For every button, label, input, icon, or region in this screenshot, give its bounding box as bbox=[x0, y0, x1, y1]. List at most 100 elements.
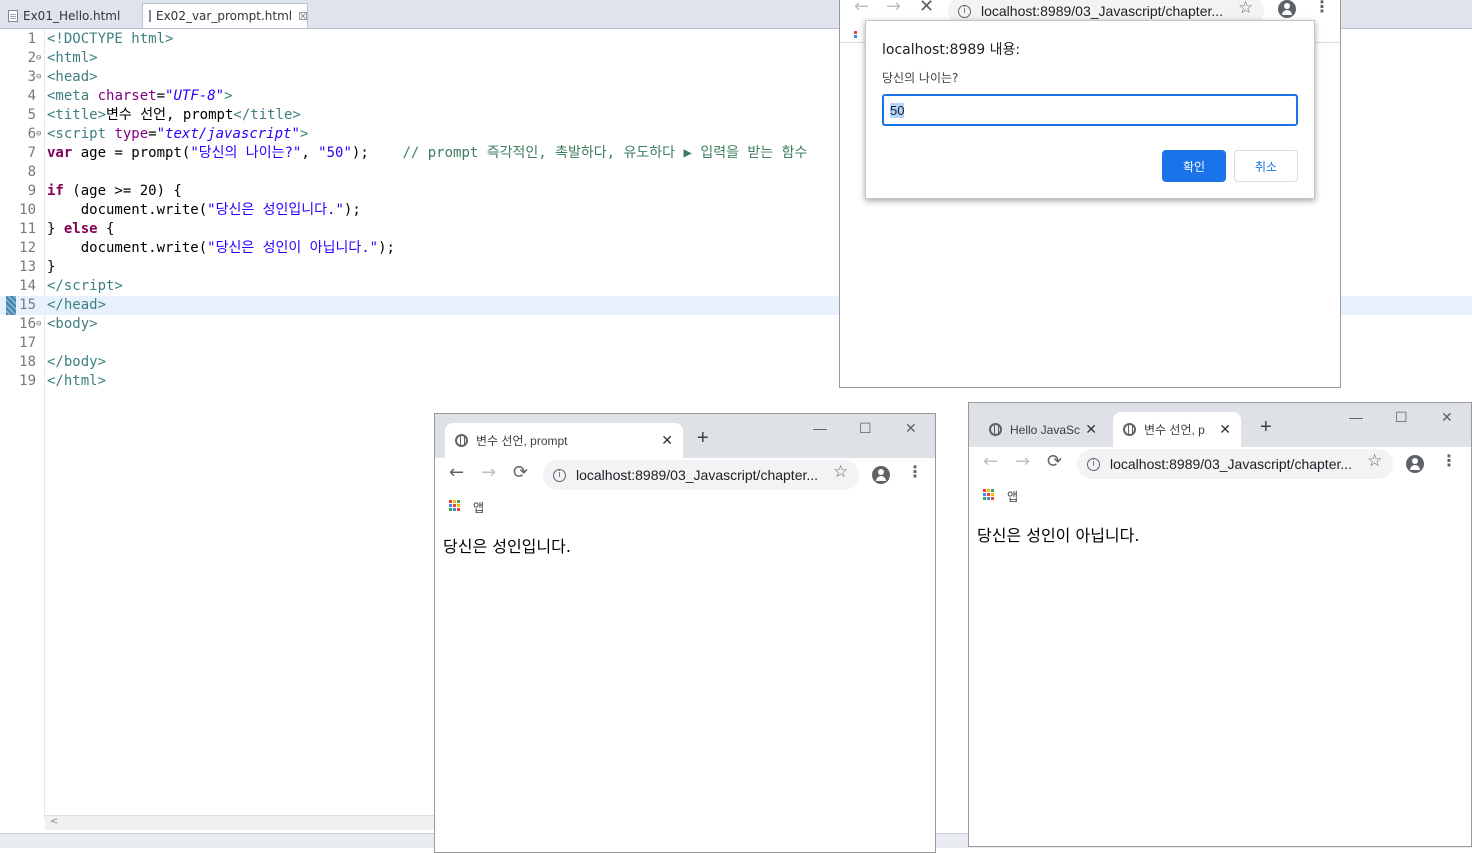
cancel-button[interactable]: 취소 bbox=[1234, 150, 1298, 182]
apps-bookmark-label[interactable]: 앱 bbox=[473, 499, 484, 516]
html-file-icon bbox=[8, 9, 18, 22]
horizontal-scrollbar[interactable]: < bbox=[45, 815, 435, 830]
new-tab-icon[interactable]: + bbox=[1260, 416, 1272, 439]
line-number: 14 bbox=[19, 278, 36, 294]
page-content: 당신은 성인이 아닙니다. bbox=[969, 514, 1471, 846]
account-icon[interactable] bbox=[1406, 455, 1424, 473]
prompt-input-value: 50 bbox=[890, 103, 905, 118]
code-text: </head> bbox=[47, 297, 107, 313]
close-tab-icon[interactable]: ✕ bbox=[1085, 421, 1097, 438]
code-text: <title>변수 선언, prompt</title> bbox=[47, 107, 301, 123]
bookmark-star-icon[interactable]: ☆ bbox=[1238, 0, 1253, 18]
window-close-icon[interactable]: ✕ bbox=[905, 420, 917, 437]
line-number: 3 bbox=[27, 69, 36, 85]
line-number: 16 bbox=[19, 316, 36, 332]
ok-button[interactable]: 확인 bbox=[1162, 150, 1226, 182]
code-text: <script type="text/javascript"> bbox=[47, 126, 309, 142]
url-text: localhost:8989/03_Javascript/chapter... bbox=[576, 467, 819, 483]
back-icon[interactable]: ← bbox=[983, 451, 998, 472]
maximize-icon[interactable]: ☐ bbox=[1395, 409, 1408, 426]
code-text: </body> bbox=[47, 354, 107, 370]
info-icon[interactable]: i bbox=[1087, 457, 1100, 471]
code-text: </script> bbox=[47, 278, 123, 294]
line-number: 10 bbox=[19, 202, 36, 218]
globe-icon bbox=[1123, 423, 1136, 436]
close-tab-icon[interactable]: ✕ bbox=[1219, 421, 1231, 438]
code-text: var age = prompt("당신의 나이는?", "50"); // p… bbox=[47, 145, 808, 161]
editor-tab-ex02[interactable]: Ex02_var_prompt.html ☒ bbox=[142, 3, 308, 28]
window-close-icon[interactable]: ✕ bbox=[1441, 409, 1453, 426]
back-icon[interactable]: ← bbox=[449, 462, 464, 483]
bookmark-star-icon[interactable]: ☆ bbox=[833, 462, 848, 482]
line-number: 4 bbox=[27, 88, 36, 104]
code-text: <meta charset="UTF-8"> bbox=[47, 88, 233, 104]
editor-tab-ex01[interactable]: Ex01_Hello.html bbox=[2, 3, 138, 28]
prompt-dialog: localhost:8989 내용: 당신의 나이는? 50 확인 취소 bbox=[865, 20, 1315, 199]
fold-toggle-icon[interactable]: ⊖ bbox=[36, 125, 41, 144]
code-text: if (age >= 20) { bbox=[47, 183, 182, 199]
globe-icon bbox=[989, 423, 1002, 436]
fold-toggle-icon[interactable]: ⊖ bbox=[36, 49, 41, 68]
address-bar[interactable]: i localhost:8989/03_Javascript/chapter..… bbox=[543, 460, 859, 490]
apps-icon[interactable] bbox=[983, 489, 995, 501]
menu-icon[interactable]: ⋮ bbox=[907, 462, 923, 481]
line-number: 1 bbox=[27, 31, 36, 47]
prompt-input[interactable]: 50 bbox=[882, 94, 1298, 126]
apps-bookmark-label[interactable]: 앱 bbox=[1007, 488, 1018, 505]
forward-icon[interactable]: → bbox=[886, 0, 901, 17]
close-tab-icon[interactable]: ✕ bbox=[661, 432, 673, 449]
browser-toolbar: ← → ⟳ i localhost:8989/03_Javascript/cha… bbox=[969, 447, 1471, 481]
browser-tab-label: 변수 선언, p bbox=[1144, 423, 1205, 437]
code-text: </html> bbox=[47, 373, 107, 389]
fold-toggle-icon[interactable]: ⊖ bbox=[36, 315, 41, 334]
dialog-message: 당신의 나이는? bbox=[882, 71, 959, 85]
address-bar[interactable]: i localhost:8989/03_Javascript/chapter..… bbox=[1077, 449, 1393, 479]
account-icon[interactable] bbox=[1278, 0, 1296, 18]
forward-icon[interactable]: → bbox=[481, 462, 496, 483]
back-icon[interactable]: ← bbox=[854, 0, 869, 17]
reload-icon[interactable]: ⟳ bbox=[1047, 451, 1062, 472]
browser-tab-label: Hello JavaSc bbox=[1010, 422, 1081, 437]
code-text: <body> bbox=[47, 316, 98, 332]
page-content: 당신은 성인입니다. bbox=[435, 525, 935, 852]
apps-icon[interactable] bbox=[449, 500, 461, 512]
bookmarks-bar: 앱 bbox=[435, 492, 935, 526]
line-number: 15 bbox=[19, 297, 36, 313]
browser-tab-strip: Hello JavaSc ✕ 변수 선언, p ✕ + — ☐ ✕ bbox=[969, 403, 1471, 447]
stop-icon[interactable]: ✕ bbox=[919, 0, 934, 17]
page-output-text: 당신은 성인입니다. bbox=[443, 537, 571, 556]
browser-tab-active[interactable]: 변수 선언, prompt ✕ bbox=[445, 423, 683, 458]
info-icon[interactable]: i bbox=[958, 4, 971, 18]
browser-toolbar: ← → ⟳ i localhost:8989/03_Javascript/cha… bbox=[435, 458, 935, 492]
line-number: 11 bbox=[19, 221, 36, 237]
scroll-left-icon[interactable]: < bbox=[50, 816, 58, 827]
code-text: <head> bbox=[47, 69, 98, 85]
browser-window-adult: 변수 선언, prompt ✕ + — ☐ ✕ ← → ⟳ i localhos… bbox=[434, 413, 936, 853]
page-output-text: 당신은 성인이 아닙니다. bbox=[977, 526, 1140, 545]
bookmark-star-icon[interactable]: ☆ bbox=[1367, 451, 1382, 471]
line-number: 13 bbox=[19, 259, 36, 275]
close-icon[interactable]: ☒ bbox=[298, 10, 308, 23]
browser-tab-label: 변수 선언, prompt bbox=[476, 434, 568, 448]
minimize-icon[interactable]: — bbox=[1349, 409, 1363, 425]
reload-icon[interactable]: ⟳ bbox=[513, 462, 528, 483]
url-text: localhost:8989/03_Javascript/chapter... bbox=[1110, 456, 1353, 472]
menu-icon[interactable]: ⋮ bbox=[1441, 451, 1457, 470]
minimize-icon[interactable]: — bbox=[813, 420, 827, 436]
info-icon[interactable]: i bbox=[553, 468, 566, 482]
forward-icon[interactable]: → bbox=[1015, 451, 1030, 472]
account-icon[interactable] bbox=[872, 466, 890, 484]
url-text: localhost:8989/03_Javascript/chapter... bbox=[981, 3, 1224, 19]
bookmarks-bar: 앱 bbox=[969, 481, 1471, 515]
new-tab-icon[interactable]: + bbox=[697, 427, 709, 450]
browser-window-not-adult: Hello JavaSc ✕ 변수 선언, p ✕ + — ☐ ✕ ← → ⟳ … bbox=[968, 402, 1472, 847]
code-text: <!DOCTYPE html> bbox=[47, 31, 174, 47]
code-text: <html> bbox=[47, 50, 98, 66]
html-file-icon bbox=[149, 10, 151, 22]
maximize-icon[interactable]: ☐ bbox=[859, 420, 872, 437]
fold-toggle-icon[interactable]: ⊖ bbox=[36, 68, 41, 87]
browser-tab-hello[interactable]: Hello JavaSc ✕ bbox=[979, 412, 1107, 447]
browser-tab-active[interactable]: 변수 선언, p ✕ bbox=[1113, 412, 1241, 447]
dialog-title: localhost:8989 내용: bbox=[882, 42, 1021, 58]
menu-icon[interactable]: ⋮ bbox=[1314, 0, 1330, 16]
